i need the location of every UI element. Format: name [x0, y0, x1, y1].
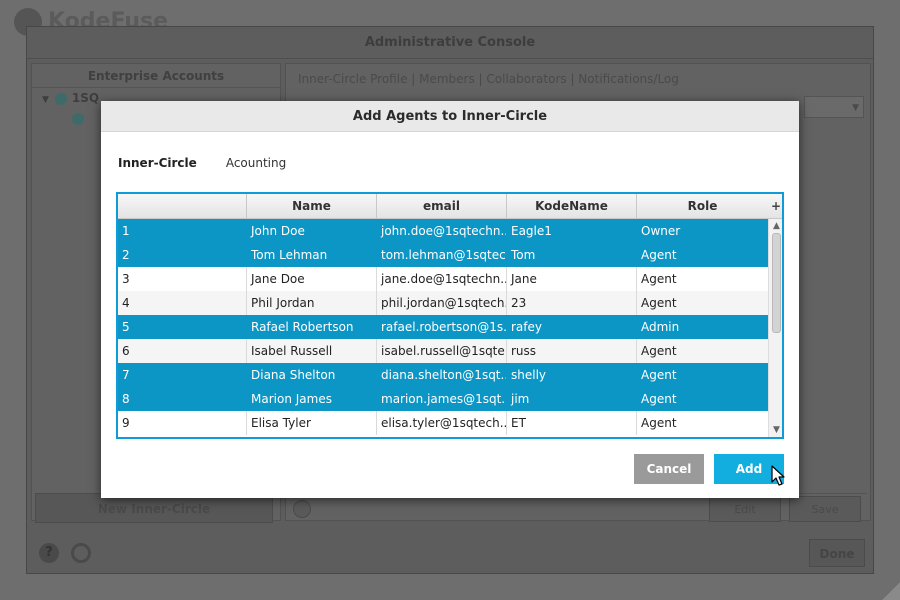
table-scrollbar[interactable]: ▲ ▼ — [768, 219, 782, 437]
cell-number: 3 — [118, 267, 247, 291]
cancel-button[interactable]: Cancel — [634, 454, 704, 484]
cell-name: Diana Shelton — [247, 363, 377, 387]
done-button: Done — [809, 539, 865, 567]
cell-number: 2 — [118, 243, 247, 267]
cell-kodename: rafey — [507, 315, 637, 339]
cell-email: elisa.tyler@1sqtech... — [377, 411, 507, 435]
cell-role: Agent — [641, 248, 677, 262]
cell-number: 1 — [118, 219, 247, 243]
save-button: Save — [789, 496, 861, 522]
resize-grip-icon — [882, 582, 900, 600]
table-row[interactable]: 3 Jane Doe jane.doe@1sqtechn... Jane Age… — [118, 267, 768, 291]
scroll-thumb[interactable] — [772, 233, 781, 333]
cell-role: Agent — [641, 368, 677, 382]
cell-role: Admin — [641, 320, 680, 334]
column-header-kodename[interactable]: KodeName — [507, 194, 637, 219]
cell-email: tom.lehman@1sqtec... — [377, 243, 507, 267]
help-icon — [293, 500, 311, 518]
inner-circle-value: Acounting — [225, 156, 287, 170]
cell-role: Agent — [641, 344, 677, 358]
cell-role: Owner — [641, 224, 681, 238]
cell-email: isabel.russell@1sqte... — [377, 339, 507, 363]
table-row[interactable]: 2 Tom Lehman tom.lehman@1sqtec... Tom Ag… — [118, 243, 768, 267]
table-row[interactable]: 1 John Doe john.doe@1sqtechn... Eagle1 O… — [118, 219, 768, 243]
cell-email: phil.jordan@1sqtech... — [377, 291, 507, 315]
table-body: 1 John Doe john.doe@1sqtechn... Eagle1 O… — [118, 219, 768, 435]
cell-name: John Doe — [247, 219, 377, 243]
edit-button: Edit — [709, 496, 781, 522]
cell-email: jane.doe@1sqtechn... — [377, 267, 507, 291]
cell-name: Marion James — [247, 387, 377, 411]
column-header-role[interactable]: Role — [637, 194, 768, 219]
cell-name: Elisa Tyler — [247, 411, 377, 435]
cell-number: 6 — [118, 339, 247, 363]
cell-kodename: 23 — [507, 291, 637, 315]
chevron-down-icon: ▼ — [804, 96, 864, 118]
cell-kodename: Eagle1 — [507, 219, 637, 243]
expand-triangle-icon: ▼ — [42, 95, 49, 105]
column-header-name[interactable]: Name — [247, 194, 377, 219]
cell-kodename: shelly — [507, 363, 637, 387]
table-row[interactable]: 7 Diana Shelton diana.shelton@1sqt... sh… — [118, 363, 768, 387]
table-row[interactable]: 9 Elisa Tyler elisa.tyler@1sqtech... ET … — [118, 411, 768, 435]
cell-number: 5 — [118, 315, 247, 339]
cell-email: john.doe@1sqtechn... — [377, 219, 507, 243]
inner-circle-info: Inner-Circle Acounting — [118, 154, 286, 172]
gear-icon — [71, 543, 91, 563]
chevron-down-icon[interactable]: ▼ — [769, 424, 782, 436]
column-header-number[interactable] — [118, 194, 247, 219]
globe-icon — [72, 112, 84, 125]
enterprise-accounts-title: Enterprise Accounts — [32, 64, 280, 88]
cell-role: Agent — [641, 392, 677, 406]
dialog-title: Add Agents to Inner-Circle — [101, 101, 799, 132]
console-title: Administrative Console — [27, 27, 873, 59]
cell-kodename: Tom — [507, 243, 637, 267]
table-row[interactable]: 4 Phil Jordan phil.jordan@1sqtech... 23 … — [118, 291, 768, 315]
mouse-pointer-icon — [771, 465, 785, 486]
cell-kodename: russ — [507, 339, 637, 363]
cell-role: Agent — [641, 296, 677, 310]
chevron-up-icon[interactable]: ▲ — [769, 220, 782, 232]
column-header-email[interactable]: email — [377, 194, 507, 219]
cell-number: 8 — [118, 387, 247, 411]
cell-number: 9 — [118, 411, 247, 435]
add-column-button[interactable]: + — [768, 194, 782, 219]
cell-name: Isabel Russell — [247, 339, 377, 363]
cell-role: Agent — [641, 272, 677, 286]
table-header: Name email KodeName Role — [118, 194, 768, 219]
cell-email: diana.shelton@1sqt... — [377, 363, 507, 387]
globe-icon — [54, 92, 67, 105]
agents-table: Name email KodeName Role + 1 John Doe jo… — [116, 192, 784, 439]
inner-circle-tabs: Inner-Circle Profile | Members | Collabo… — [298, 72, 679, 86]
cell-email: rafael.robertson@1s... — [377, 315, 507, 339]
cell-name: Tom Lehman — [247, 243, 377, 267]
cell-kodename: Jane — [507, 267, 637, 291]
cell-name: Jane Doe — [247, 267, 377, 291]
table-row[interactable]: 8 Marion James marion.james@1sqt... jim … — [118, 387, 768, 411]
help-icon: ? — [39, 543, 59, 563]
cell-number: 7 — [118, 363, 247, 387]
cell-kodename: ET — [507, 411, 637, 435]
cell-name: Phil Jordan — [247, 291, 377, 315]
cell-number: 4 — [118, 291, 247, 315]
cell-name: Rafael Robertson — [247, 315, 377, 339]
table-row[interactable]: 6 Isabel Russell isabel.russell@1sqte...… — [118, 339, 768, 363]
inner-circle-label: Inner-Circle — [118, 156, 197, 170]
add-agents-dialog: Add Agents to Inner-Circle Inner-Circle … — [101, 101, 799, 498]
cell-role: Agent — [641, 416, 677, 430]
tree-item-label: 1SQ — [71, 91, 100, 105]
cell-kodename: jim — [507, 387, 637, 411]
cell-email: marion.james@1sqt... — [377, 387, 507, 411]
table-row[interactable]: 5 Rafael Robertson rafael.robertson@1s..… — [118, 315, 768, 339]
